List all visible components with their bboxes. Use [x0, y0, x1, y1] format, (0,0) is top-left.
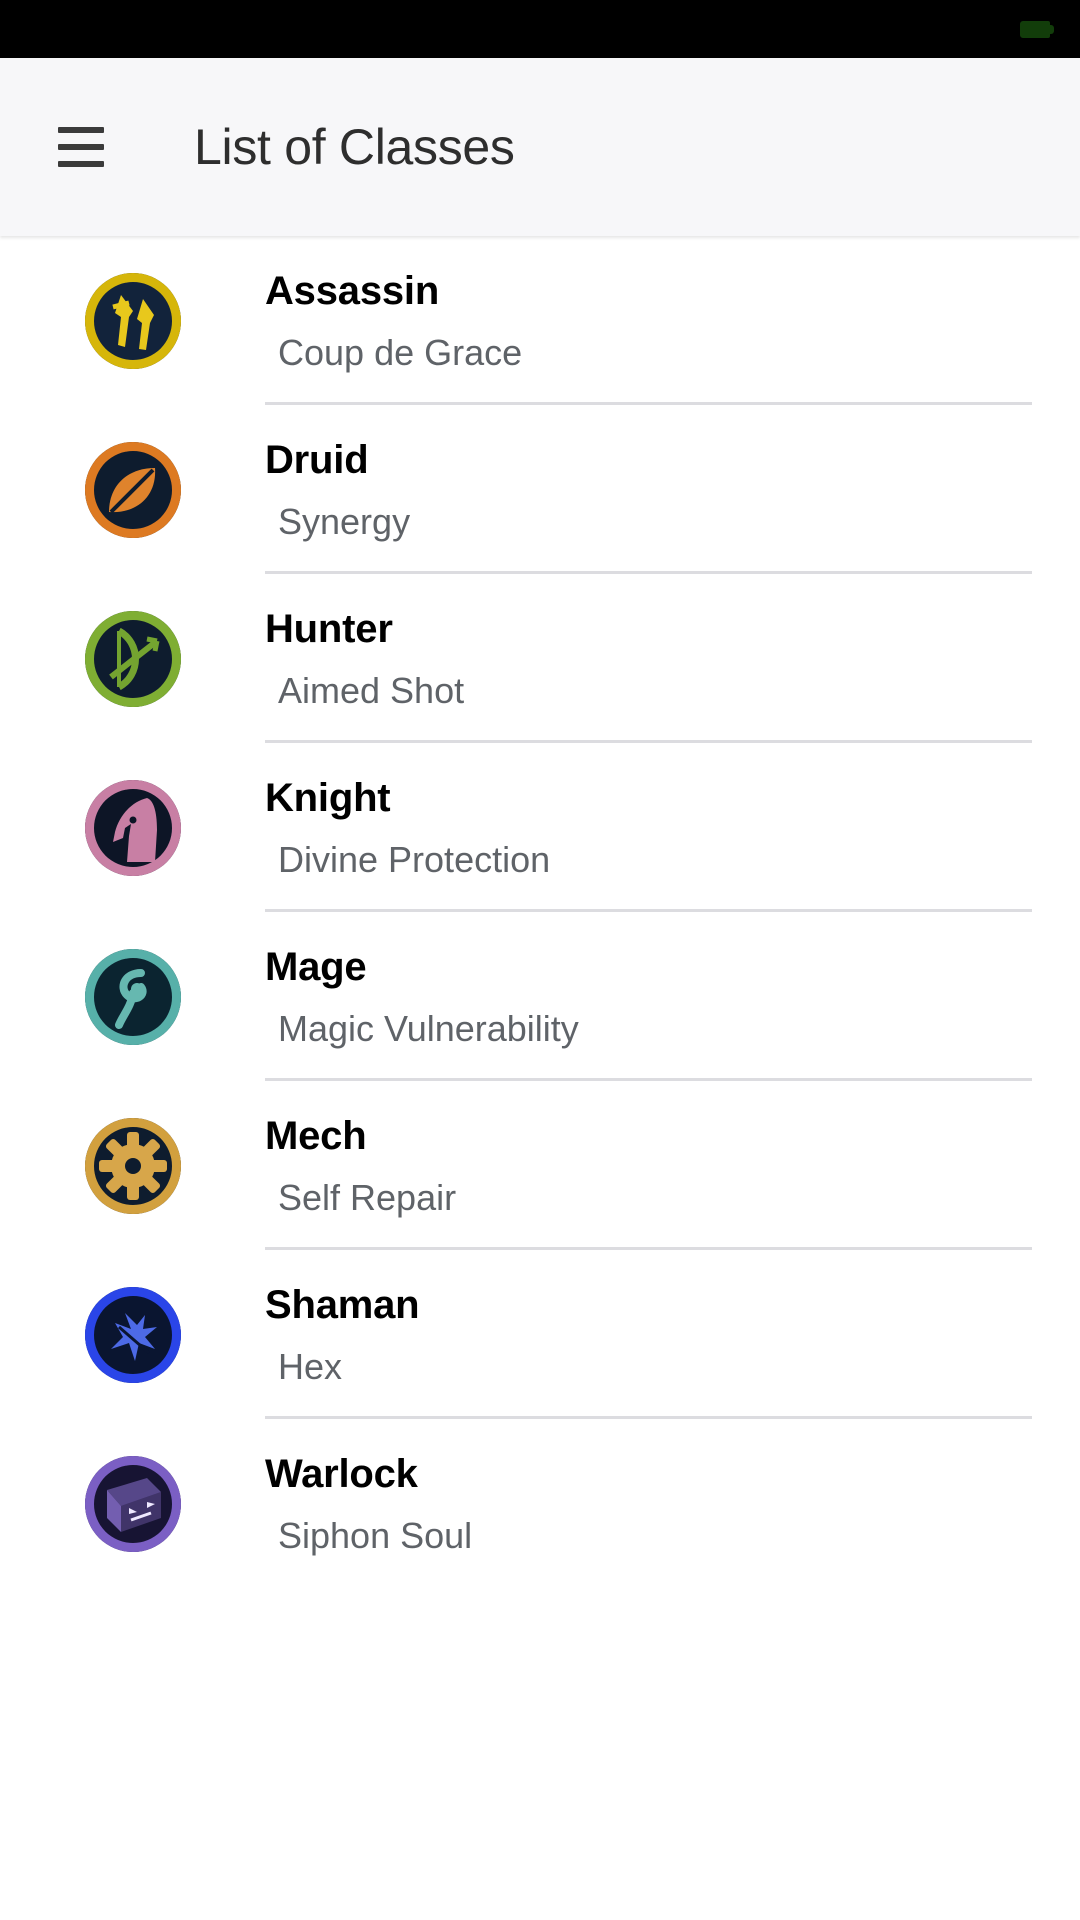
class-skill: Siphon Soul: [278, 1514, 473, 1556]
class-name: Hunter: [265, 606, 393, 651]
class-avatar-wrap: [0, 1455, 265, 1552]
class-text-block: Shaman Hex: [265, 1250, 1080, 1419]
class-text-block: Mech Self Repair: [265, 1081, 1080, 1250]
class-name: Assassin: [265, 268, 440, 313]
class-name: Knight: [265, 775, 391, 820]
class-name: Warlock: [265, 1451, 418, 1496]
class-text-block: Mage Magic Vulnerability: [265, 912, 1080, 1081]
class-skill: Synergy: [278, 500, 411, 542]
class-text-block: Druid Synergy: [265, 405, 1080, 574]
list-item[interactable]: Hunter Aimed Shot: [0, 574, 1080, 743]
list-item[interactable]: Warlock Siphon Soul: [0, 1419, 1080, 1588]
knight-icon: [84, 779, 181, 876]
battery-icon: [1020, 20, 1054, 38]
class-skill: Coup de Grace: [278, 331, 523, 373]
mage-icon: [84, 948, 181, 1045]
hamburger-menu-icon[interactable]: [58, 116, 120, 178]
class-skill: Magic Vulnerability: [278, 1007, 579, 1049]
list-item[interactable]: Mech Self Repair: [0, 1081, 1080, 1250]
app-bar: List of Classes: [0, 58, 1080, 236]
class-skill: Hex: [278, 1345, 343, 1387]
class-avatar-wrap: [0, 272, 265, 369]
class-avatar-wrap: [0, 1117, 265, 1214]
assassin-icon: [84, 272, 181, 369]
class-name: Mage: [265, 944, 367, 989]
mech-icon: [84, 1117, 181, 1214]
class-skill: Divine Protection: [278, 838, 551, 880]
warlock-icon: [84, 1455, 181, 1552]
list-item[interactable]: Mage Magic Vulnerability: [0, 912, 1080, 1081]
list-item[interactable]: Knight Divine Protection: [0, 743, 1080, 912]
class-avatar-wrap: [0, 779, 265, 876]
list-item[interactable]: Assassin Coup de Grace: [0, 236, 1080, 405]
list-item[interactable]: Druid Synergy: [0, 405, 1080, 574]
druid-icon: [84, 441, 181, 538]
class-text-block: Hunter Aimed Shot: [265, 574, 1080, 743]
hunter-icon: [84, 610, 181, 707]
class-name: Mech: [265, 1113, 367, 1158]
class-name: Druid: [265, 437, 369, 482]
class-avatar-wrap: [0, 441, 265, 538]
class-text-block: Knight Divine Protection: [265, 743, 1080, 912]
class-text-block: Assassin Coup de Grace: [265, 236, 1080, 405]
class-list[interactable]: Assassin Coup de Grace Druid Synergy Hunter A…: [0, 236, 1080, 1920]
class-avatar-wrap: [0, 610, 265, 707]
shaman-icon: [84, 1286, 181, 1383]
class-skill: Self Repair: [278, 1176, 457, 1218]
status-bar: [0, 0, 1080, 58]
class-text-block: Warlock Siphon Soul: [265, 1419, 1080, 1588]
list-item[interactable]: Shaman Hex: [0, 1250, 1080, 1419]
class-avatar-wrap: [0, 948, 265, 1045]
class-skill: Aimed Shot: [278, 669, 465, 711]
class-avatar-wrap: [0, 1286, 265, 1383]
page-title: List of Classes: [194, 119, 515, 175]
app-root: List of Classes Assassin Coup de Grace Dru…: [0, 0, 1080, 1920]
class-name: Shaman: [265, 1282, 420, 1327]
